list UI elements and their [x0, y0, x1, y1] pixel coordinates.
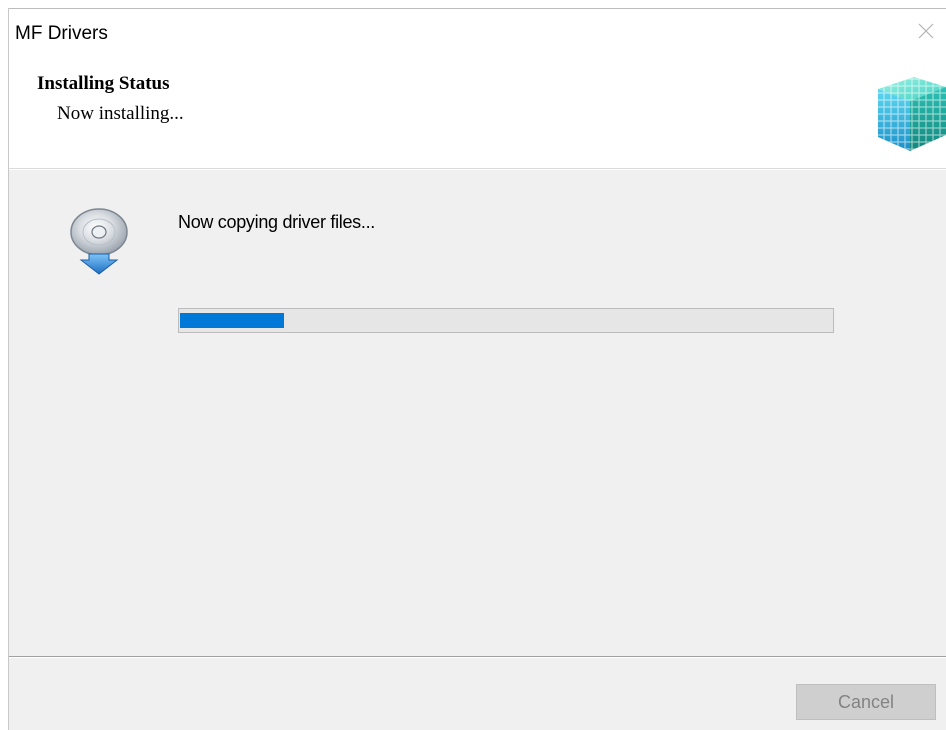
close-button[interactable]: [906, 9, 946, 53]
cd-install-icon: [70, 208, 128, 275]
title-bar[interactable]: MF Drivers: [9, 9, 946, 55]
window-title: MF Drivers: [15, 23, 108, 44]
progress-bar: [178, 308, 834, 333]
cube-logo-icon: [878, 77, 946, 151]
wizard-footer: Cancel: [9, 658, 946, 730]
wizard-header: Installing Status Now installing...: [9, 55, 946, 168]
progress-bar-fill: [180, 313, 284, 328]
status-message: Now copying driver files...: [178, 212, 375, 232]
wizard-body: Now copying driver files...: [9, 170, 946, 656]
cancel-button[interactable]: Cancel: [796, 684, 936, 720]
close-icon: [918, 23, 934, 39]
header-subtitle: Now installing...: [57, 103, 184, 124]
header-title: Installing Status: [37, 73, 170, 94]
